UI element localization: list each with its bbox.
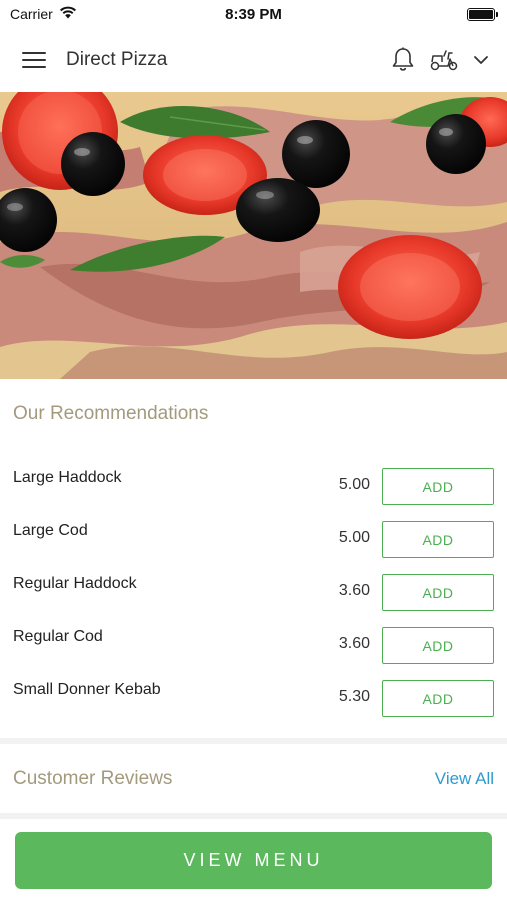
recommendations-list: Large Haddock 5.00 ADD Large Cod 5.00 AD…: [0, 460, 507, 725]
list-item: Small Donner Kebab 5.30 ADD: [0, 672, 507, 725]
status-bar: Carrier 8:39 PM: [0, 0, 507, 28]
header-actions: [391, 47, 489, 73]
section-divider: [0, 738, 507, 744]
view-menu-button[interactable]: VIEW MENU: [15, 832, 492, 889]
item-price: 3.60: [338, 635, 370, 652]
add-button[interactable]: ADD: [382, 574, 494, 611]
status-left: Carrier: [10, 6, 77, 22]
wifi-icon: [59, 6, 77, 22]
list-item: Large Haddock 5.00 ADD: [0, 460, 507, 513]
list-item: Regular Cod 3.60 ADD: [0, 619, 507, 672]
page-title: Direct Pizza: [66, 49, 168, 70]
add-button[interactable]: ADD: [382, 468, 494, 505]
item-name: Large Cod: [13, 522, 88, 539]
hero-image: [0, 92, 507, 379]
item-price: 5.00: [338, 476, 370, 493]
add-button[interactable]: ADD: [382, 521, 494, 558]
app-header: Direct Pizza: [0, 28, 507, 92]
item-name: Large Haddock: [13, 469, 122, 486]
carrier-label: Carrier: [10, 6, 53, 22]
item-price: 5.30: [338, 688, 370, 705]
battery-icon: [467, 7, 498, 21]
reviews-title: Customer Reviews: [13, 768, 173, 789]
view-all-link[interactable]: View All: [435, 769, 494, 789]
bell-icon[interactable]: [391, 47, 415, 73]
add-button[interactable]: ADD: [382, 680, 494, 717]
item-name: Small Donner Kebab: [13, 681, 161, 698]
chevron-down-icon[interactable]: [473, 54, 489, 66]
add-button[interactable]: ADD: [382, 627, 494, 664]
item-price: 3.60: [338, 582, 370, 599]
menu-icon[interactable]: [20, 49, 48, 71]
item-price: 5.00: [338, 529, 370, 546]
list-item: Regular Haddock 3.60 ADD: [0, 566, 507, 619]
recommendations-title: Our Recommendations: [13, 403, 209, 424]
item-name: Regular Haddock: [13, 575, 137, 592]
item-name: Regular Cod: [13, 628, 103, 645]
scooter-icon[interactable]: [429, 48, 459, 72]
list-item: Large Cod 5.00 ADD: [0, 513, 507, 566]
